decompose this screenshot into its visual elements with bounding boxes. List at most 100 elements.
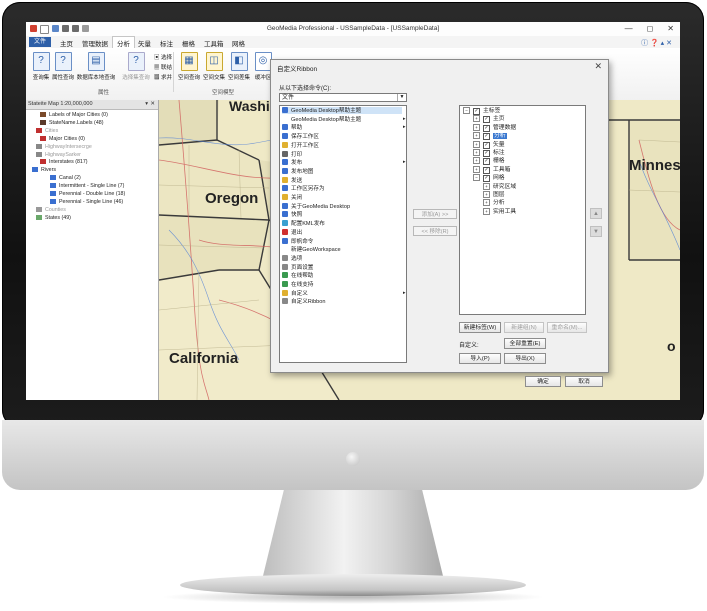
rename-button[interactable]: 重命名(M)... — [547, 322, 587, 333]
spatial-intersect-button[interactable]: ◫ 空间交集 — [201, 52, 227, 81]
legend-item[interactable]: Canal (2) — [50, 175, 81, 181]
legend-item[interactable]: Perennial - Single Line (46) — [50, 199, 123, 205]
command-list-item[interactable]: 退出 — [282, 228, 302, 236]
ribbon-tree-item[interactable]: + ✓ 标注 — [473, 149, 505, 157]
spatial-query-button[interactable]: ▦ 空间查询 — [176, 52, 202, 81]
union-button[interactable]: ▩ 求并 — [154, 73, 172, 81]
ribbon-tree-item[interactable]: + 实用工具 — [483, 207, 516, 216]
expand-icon[interactable]: + — [473, 149, 480, 156]
tab-raster[interactable]: 栅格 — [182, 38, 195, 48]
move-down-icon[interactable]: ▼ — [590, 226, 602, 237]
command-list-item[interactable]: 保存工作区 — [282, 133, 319, 140]
legend-item[interactable]: Rivers — [32, 167, 56, 173]
legend-item[interactable]: Perennial - Double Line (18) — [50, 191, 125, 197]
file-tab[interactable]: 文件 — [29, 37, 51, 47]
expand-icon[interactable]: + — [473, 132, 480, 140]
collapse-icon[interactable]: − — [463, 107, 470, 114]
commands-list[interactable]: GeoMedia Desktop帮助主题 GeoMedia Desktop帮助主题… — [279, 105, 407, 363]
command-list-item[interactable]: 选项 — [282, 254, 302, 262]
import-button[interactable]: 导入(P) — [459, 353, 501, 364]
command-list-item[interactable]: 打印 — [282, 150, 302, 158]
select-set-query-button[interactable]: ? 选择集查询 — [118, 52, 154, 81]
checkbox[interactable]: ✓ — [473, 108, 480, 115]
command-list-item[interactable]: 在线帮助 — [282, 272, 313, 279]
export-button[interactable]: 导出(X) — [504, 353, 546, 364]
ok-button[interactable]: 确定 — [525, 376, 561, 387]
ribbon-tree-item[interactable]: + 研究区域 — [483, 182, 516, 191]
expand-icon[interactable]: + — [483, 207, 490, 215]
ribbon-tree-item[interactable]: + ✓ 分析 — [473, 132, 507, 141]
chevron-down-icon[interactable]: ▼ — [397, 94, 406, 101]
maximize-button[interactable]: ◻ — [647, 24, 654, 33]
help-icons[interactable]: ⓘ ❓ ▴ ✕ — [641, 38, 672, 48]
checkbox[interactable]: ✓ — [483, 166, 490, 174]
tab-manage-data[interactable]: 管理数据 — [82, 38, 108, 48]
command-list-item[interactable]: 新建GeoWorkspace — [282, 246, 341, 253]
tab-home[interactable]: 主页 — [60, 38, 73, 48]
checkbox[interactable]: ✓ — [483, 141, 490, 149]
command-list-item[interactable]: 关闭 — [282, 194, 302, 201]
expand-icon[interactable]: + — [483, 199, 490, 207]
legend-item[interactable]: HighwayIntersecrge — [36, 144, 92, 150]
command-list-item[interactable]: GeoMedia Desktop帮助主题 — [282, 107, 402, 114]
ribbon-tree-item[interactable]: + ✓ 主页 — [473, 115, 505, 124]
command-list-item[interactable]: 页面设置 — [282, 263, 313, 271]
remove-button[interactable]: << 移除(R) — [413, 226, 457, 236]
tab-grid[interactable]: 网格 — [232, 38, 245, 48]
command-list-item[interactable]: 配置KML发布 — [282, 220, 325, 227]
legend-item[interactable]: StateName.Labels (48) — [40, 120, 103, 126]
command-list-item[interactable]: 在线支持 — [282, 281, 313, 288]
ribbon-tree-item[interactable]: + ✓ 管理数据 — [473, 123, 516, 132]
command-list-item[interactable]: 工作区另存为 — [282, 185, 325, 192]
command-list-item[interactable]: 发送 — [282, 176, 302, 184]
tab-label[interactable]: 标注 — [160, 38, 173, 48]
legend-item[interactable]: Labels of Major Cities (0) — [40, 112, 108, 118]
command-list-item[interactable]: 快照 — [282, 211, 302, 218]
spatial-difference-button[interactable]: ◧ 空间差集 — [226, 52, 252, 81]
command-list-item[interactable]: 打开工作区 — [282, 141, 319, 149]
checkbox[interactable]: ✓ — [483, 175, 490, 183]
ribbon-tree-item[interactable]: + 图层 — [483, 191, 505, 199]
ribbon-tree-item[interactable]: + 分析 — [483, 199, 505, 207]
command-list-item[interactable]: 即帆命令 — [282, 237, 313, 245]
move-up-icon[interactable]: ▲ — [590, 208, 602, 219]
collapse-icon[interactable]: − — [473, 174, 480, 182]
command-list-item[interactable]: 自定义Ribbon — [282, 298, 326, 305]
ribbon-tree-item[interactable]: + ✓ 矢量 — [473, 140, 505, 149]
expand-icon[interactable]: + — [473, 123, 480, 131]
expand-icon[interactable]: + — [483, 182, 490, 190]
legend-item[interactable]: Cities — [36, 128, 58, 134]
command-list-item[interactable]: 发布 ▸ — [282, 159, 406, 166]
legend-item[interactable]: Counties — [36, 207, 66, 213]
legend-item[interactable]: States (49) — [36, 215, 71, 221]
expand-icon[interactable]: + — [473, 140, 480, 148]
close-button[interactable]: ✕ — [667, 24, 674, 33]
command-list-item[interactable]: 发布地图 — [282, 167, 313, 175]
select-button[interactable]: ▣ 选择 — [154, 53, 172, 61]
command-list-item[interactable]: 帮助 ▸ — [282, 124, 406, 131]
ribbon-tree-item[interactable]: + ✓ 工具箱 — [473, 165, 510, 174]
ribbon-tree-item[interactable]: − ✓ 网格 — [473, 174, 505, 183]
command-list-item[interactable]: 自定义 ▸ — [282, 289, 406, 297]
expand-icon[interactable]: + — [473, 115, 480, 123]
checkbox[interactable]: ✓ — [483, 124, 490, 132]
legend-item[interactable]: Interstates (817) — [40, 159, 88, 165]
checkbox[interactable]: ✓ — [483, 133, 490, 141]
cancel-button[interactable]: 取消 — [565, 376, 603, 387]
legend-item[interactable]: Major Cities (0) — [40, 136, 85, 142]
checkbox[interactable]: ✓ — [483, 158, 490, 166]
tab-toolbox[interactable]: 工具箱 — [204, 38, 224, 48]
command-list-item[interactable]: 关于GeoMedia Desktop — [282, 202, 350, 210]
close-icon[interactable]: ✕ — [150, 100, 155, 109]
ribbon-tree-item[interactable]: + ✓ 栅格 — [473, 157, 505, 166]
expand-icon[interactable]: + — [473, 157, 480, 165]
checkbox[interactable]: ✓ — [483, 116, 490, 124]
commands-source-select[interactable]: 文件 ▼ — [279, 93, 407, 102]
legend-item[interactable]: Intermittent - Single Line (7) — [50, 183, 124, 189]
expand-icon[interactable]: + — [473, 165, 480, 173]
dialog-close-icon[interactable]: ✕ — [594, 61, 602, 72]
command-list-item[interactable]: GeoMedia Desktop帮助主题 ▸ — [282, 116, 406, 123]
tab-vector[interactable]: 矢量 — [138, 38, 151, 48]
ribbon-tree-item[interactable]: − ✓ 主标签 — [463, 107, 500, 115]
expand-icon[interactable]: + — [483, 191, 490, 198]
